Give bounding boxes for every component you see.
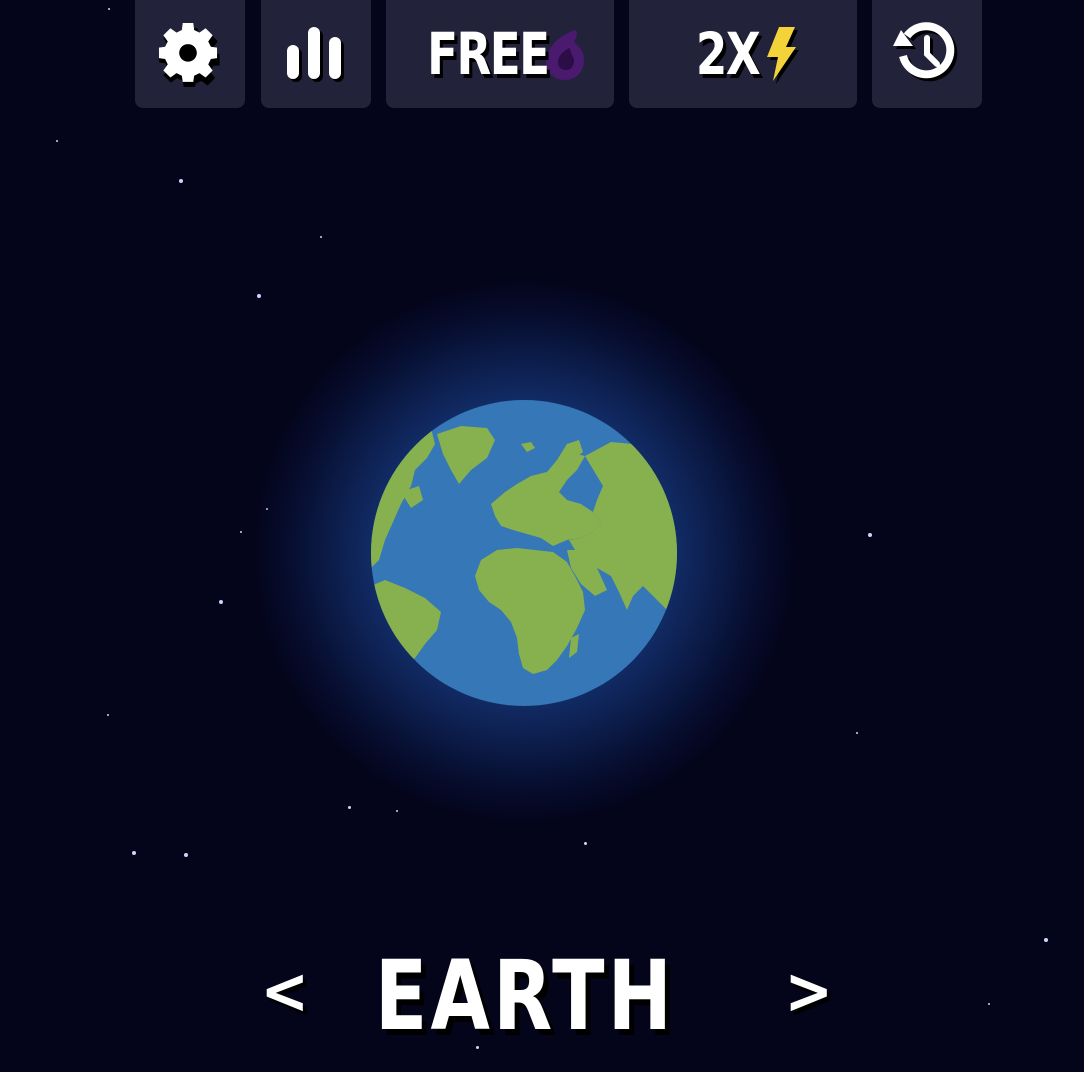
history-clock-icon xyxy=(893,22,958,82)
star xyxy=(184,853,188,857)
lightning-bolt-icon xyxy=(766,27,799,84)
star xyxy=(396,810,398,812)
star xyxy=(1044,938,1048,942)
previous-planet-button[interactable]: < xyxy=(261,955,309,1029)
star xyxy=(348,806,351,809)
top-toolbar: FREE 2X xyxy=(0,0,1084,110)
free-reward-button[interactable]: FREE xyxy=(386,0,614,108)
star xyxy=(584,842,587,845)
star xyxy=(320,236,322,238)
gear-icon xyxy=(158,22,220,87)
star xyxy=(257,294,261,298)
earth-planet[interactable] xyxy=(371,400,677,706)
star xyxy=(868,533,872,537)
star xyxy=(856,732,858,734)
star xyxy=(179,179,183,183)
next-planet-button[interactable]: > xyxy=(785,955,833,1029)
stats-button[interactable] xyxy=(261,0,371,108)
star xyxy=(56,140,58,142)
multiplier-label: 2X xyxy=(696,20,761,88)
settings-button[interactable] xyxy=(135,0,245,108)
history-button[interactable] xyxy=(872,0,982,108)
star xyxy=(988,1003,990,1005)
star xyxy=(240,531,242,533)
free-label: FREE xyxy=(427,20,550,88)
planet-name: EARTH xyxy=(374,940,676,1052)
multiplier-button[interactable]: 2X xyxy=(629,0,857,108)
star xyxy=(132,851,136,855)
star xyxy=(219,600,223,604)
star xyxy=(107,714,109,716)
bar-chart-icon xyxy=(287,27,344,82)
